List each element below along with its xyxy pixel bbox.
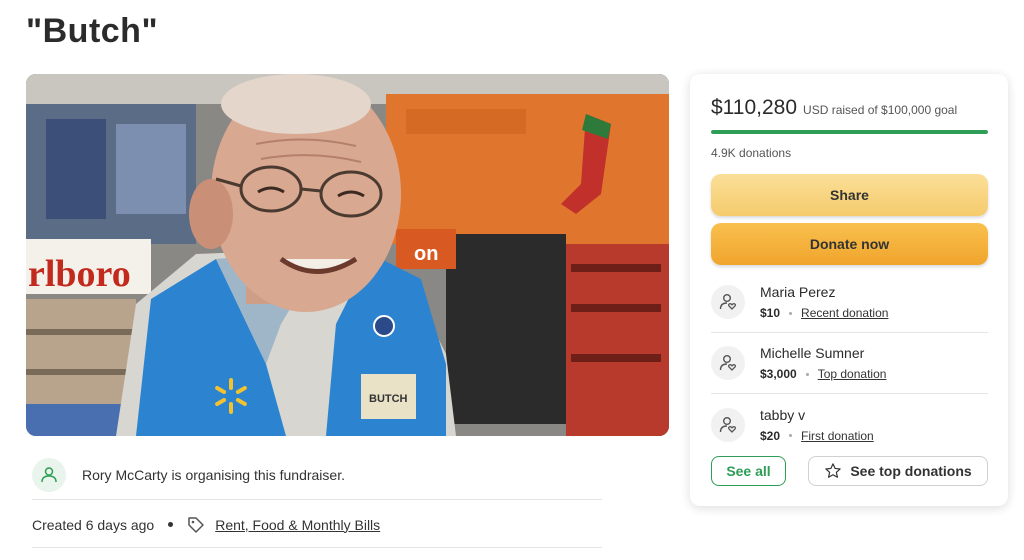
donor-separator [789, 434, 793, 437]
donor-item: tabby v $20 First donation [711, 394, 988, 455]
donor-amount: $3,000 [760, 367, 797, 381]
campaign-photo-illustration: rlboro on BUTCH [26, 74, 669, 436]
see-all-button[interactable]: See all [711, 456, 786, 486]
donor-name: Maria Perez [760, 284, 836, 300]
tag-icon [187, 516, 205, 534]
donor-item: Michelle Sumner $3,000 Top donation [711, 333, 988, 394]
donor-heart-user-icon [719, 355, 737, 371]
donation-card: $110,280 USD raised of $100,000 goal 4.9… [690, 74, 1008, 506]
store-sign-text: on [414, 243, 438, 265]
donation-type-link[interactable]: Top donation [818, 367, 887, 381]
raised-summary: $110,280 USD raised of $100,000 goal [711, 96, 957, 120]
goal-text: USD raised of $100,000 goal [803, 103, 958, 117]
star-icon [824, 462, 842, 480]
page-title: "Butch" [26, 12, 159, 50]
donor-heart-user-icon [719, 416, 737, 433]
campaign-photo[interactable]: rlboro on BUTCH [26, 74, 669, 436]
campaign-meta: Created 6 days ago Rent, Food & Monthly … [32, 502, 602, 548]
donation-count: 4.9K donations [711, 146, 792, 160]
share-button[interactable]: Share [711, 174, 988, 216]
organiser-text: Rory McCarty is organising this fundrais… [82, 466, 345, 483]
donor-amount: $10 [760, 306, 781, 320]
progress-bar [711, 130, 988, 134]
organiser-avatar [32, 457, 66, 492]
donate-now-button[interactable]: Donate now [711, 223, 988, 265]
donation-type-link[interactable]: Recent donation [801, 306, 888, 320]
donor-item: Maria Perez $10 Recent donation [711, 272, 988, 333]
donor-name: Michelle Sumner [760, 345, 865, 361]
name-badge-text: BUTCH [369, 393, 408, 405]
see-top-donations-label: See top donations [850, 463, 972, 479]
donor-heart-user-icon [719, 294, 737, 310]
user-icon [41, 466, 57, 482]
see-top-donations-button[interactable]: See top donations [808, 456, 988, 486]
progress-fill [711, 130, 988, 134]
donor-avatar [711, 346, 745, 380]
raised-amount: $110,280 [711, 96, 798, 119]
donor-amount: $20 [760, 428, 781, 443]
donation-type-link[interactable]: First donation [801, 429, 874, 443]
donor-separator [789, 311, 793, 315]
organiser-row: Rory McCarty is organising this fundrais… [32, 450, 602, 500]
donor-avatar [711, 285, 745, 319]
donor-separator [805, 372, 809, 376]
marlboro-sign-text: rlboro [28, 253, 131, 295]
meta-separator [168, 522, 174, 527]
created-date: Created 6 days ago [32, 516, 155, 533]
donor-name: tabby v [760, 406, 806, 423]
donor-avatar [711, 407, 745, 442]
category-link[interactable]: Rent, Food & Monthly Bills [215, 517, 380, 533]
